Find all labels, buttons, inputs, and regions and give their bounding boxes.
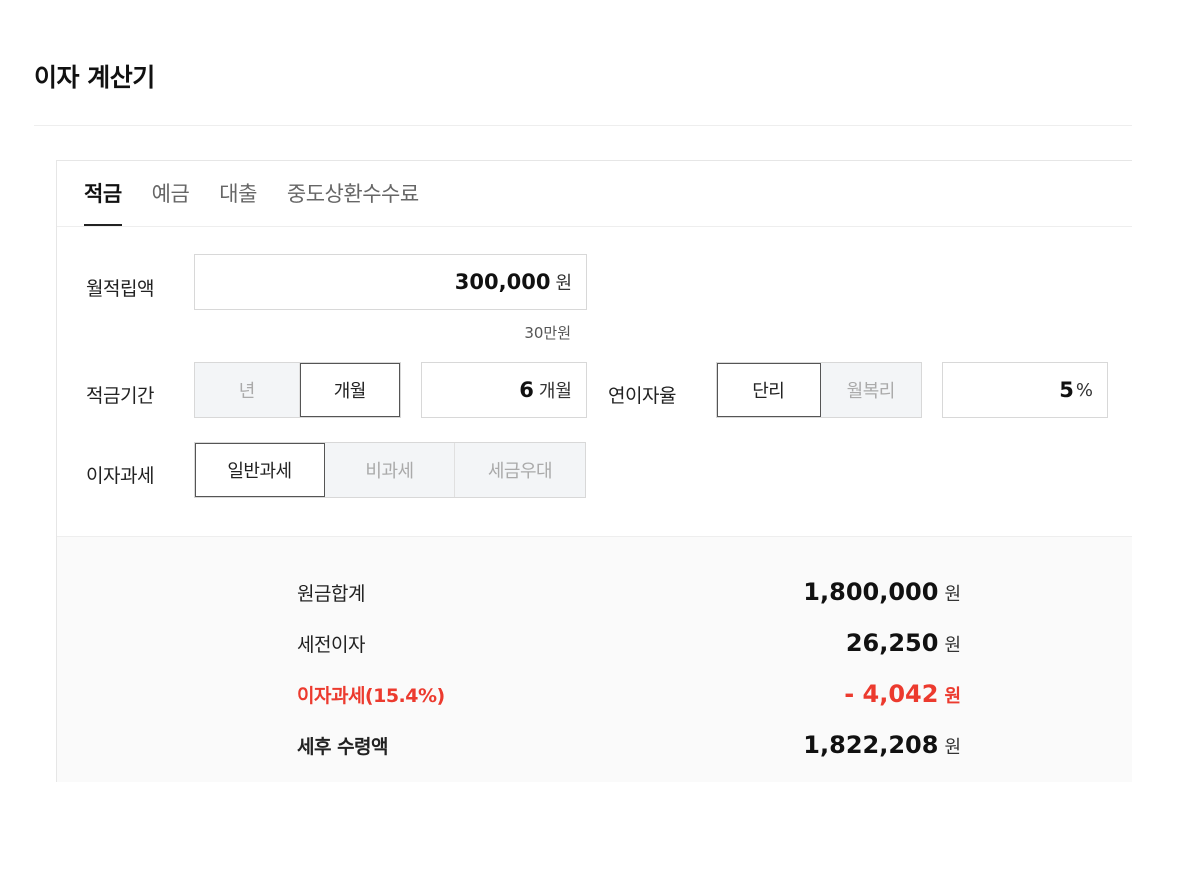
principal-label: 원금합계 [297,583,365,605]
result-row-pretax: 세전이자 26,250 원 [297,629,961,657]
period-unit: 개월 [538,381,572,402]
tabs-divider [57,226,1132,227]
period-input[interactable]: 6 개월 [421,362,587,418]
result-row-principal: 원금합계 1,800,000 원 [297,578,961,606]
monthly-deposit-unit: 원 [555,273,572,294]
period-month-button[interactable]: 개월 [299,363,400,417]
calculator-tabs: 적금 예금 대출 중도상환수수료 [84,180,449,227]
pretax-interest-value: 26,250 [845,629,939,657]
period-unit-toggle: 년 개월 [194,362,401,418]
interest-tax-unit: 원 [944,686,961,707]
interest-tax-label: 이자과세(15.4%) [297,685,445,707]
general-tax-button[interactable]: 일반과세 [195,443,325,497]
principal-value: 1,800,000 [803,578,939,606]
period-label: 적금기간 [86,385,154,407]
tab-prepayment-fee[interactable]: 중도상환수수료 [287,180,419,227]
taxation-toggle: 일반과세 비과세 세금우대 [194,442,586,498]
tab-deposit[interactable]: 예금 [152,180,190,227]
net-amount-unit: 원 [944,737,961,758]
monthly-deposit-label: 월적립액 [86,278,154,300]
tab-savings[interactable]: 적금 [84,180,122,227]
principal-unit: 원 [944,584,961,605]
monthly-deposit-input[interactable]: 300,000 원 [194,254,587,310]
period-value: 6 [519,378,534,402]
pretax-interest-label: 세전이자 [297,634,365,656]
rate-type-toggle: 단리 월복리 [716,362,922,418]
rate-label: 연이자율 [608,385,676,407]
monthly-deposit-hint: 30만원 [524,324,571,342]
page-title: 이자 계산기 [34,63,155,92]
rate-input[interactable]: 5 % [942,362,1108,418]
period-year-button[interactable]: 년 [195,363,300,417]
taxation-label: 이자과세 [86,465,154,487]
rate-value: 5 [1059,378,1074,402]
tab-loan[interactable]: 대출 [219,180,257,227]
tax-preferred-button[interactable]: 세금우대 [455,443,585,497]
title-divider [34,125,1132,126]
pretax-interest-unit: 원 [944,635,961,656]
monthly-deposit-value: 300,000 [454,270,551,294]
simple-interest-button[interactable]: 단리 [717,363,821,417]
monthly-compound-button[interactable]: 월복리 [821,363,922,417]
net-amount-label: 세후 수령액 [297,736,389,758]
tax-free-button[interactable]: 비과세 [325,443,455,497]
interest-tax-value: - 4,042 [844,680,939,708]
net-amount-value: 1,822,208 [803,731,939,759]
rate-unit: % [1075,379,1093,401]
result-row-net: 세후 수령액 1,822,208 원 [297,731,961,759]
result-row-tax: 이자과세(15.4%) - 4,042 원 [297,680,961,708]
